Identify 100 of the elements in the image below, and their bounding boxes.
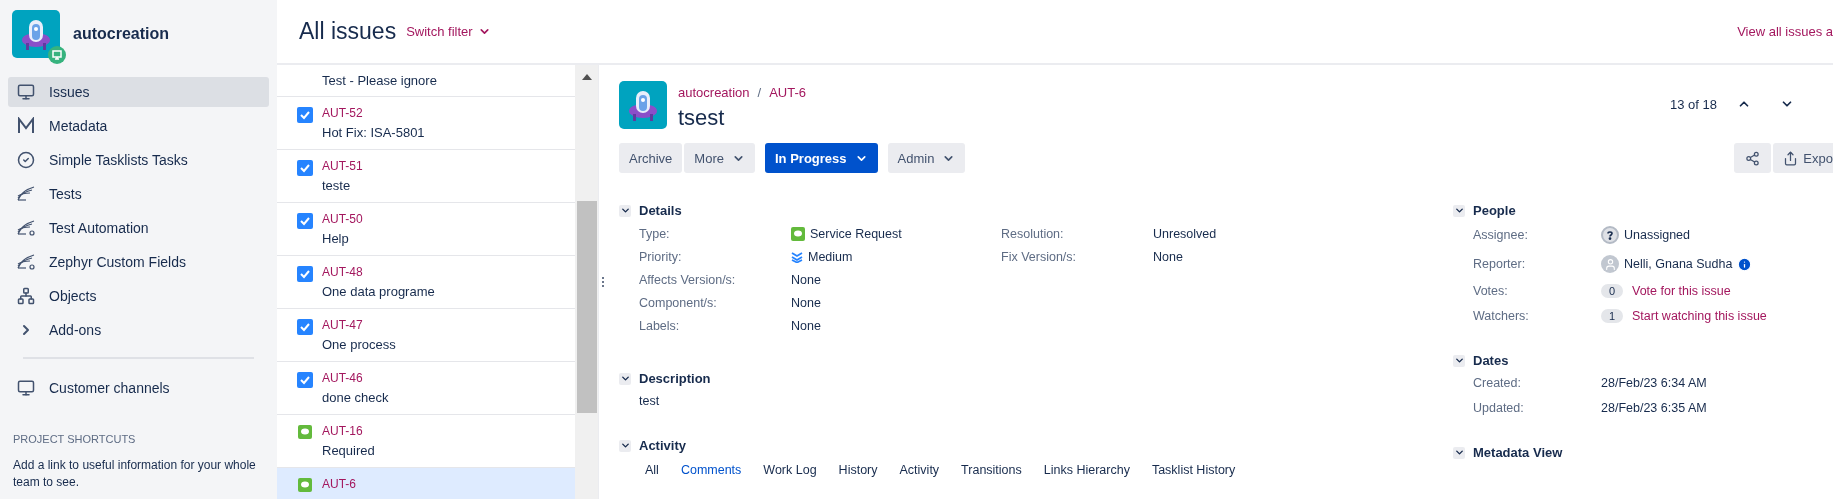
- activity-tab[interactable]: Work Log: [763, 463, 817, 477]
- issue-summary: Required: [322, 443, 375, 458]
- wing-icon: [16, 185, 36, 203]
- action-button[interactable]: In Progress: [765, 143, 878, 173]
- activity-tab[interactable]: Transitions: [961, 463, 1022, 477]
- activity-tab[interactable]: History: [838, 463, 878, 477]
- export-button[interactable]: Expo: [1773, 143, 1833, 173]
- page-title: All issues: [299, 18, 397, 45]
- section-title: Description: [639, 371, 711, 386]
- section-toggle[interactable]: [1453, 204, 1465, 217]
- section-title: People: [1473, 203, 1516, 218]
- field-label: Resolution:: [1001, 227, 1065, 241]
- nav-item[interactable]: Simple Tasklists Tasks: [8, 145, 269, 175]
- nav-item[interactable]: Objects: [8, 281, 269, 311]
- nav-item[interactable]: Metadata: [8, 111, 269, 141]
- chat-bubble-icon: [298, 478, 312, 492]
- activity-tab[interactable]: Comments: [680, 463, 742, 477]
- activity-tab[interactable]: Links Hierarchy: [1043, 463, 1130, 477]
- shortcuts-hint: Add a link to useful information for your whole team to see.: [13, 457, 257, 491]
- breadcrumb-separator: /: [757, 85, 762, 100]
- field-value: None: [791, 319, 822, 333]
- activity-tab[interactable]: Tasklist History: [1151, 463, 1236, 477]
- checkbox-icon: [297, 160, 313, 176]
- info-icon[interactable]: [1737, 256, 1753, 272]
- view-all-link[interactable]: View all issues a: [1737, 24, 1833, 39]
- field-value: Service Request: [791, 227, 1001, 241]
- check-circle-icon: [16, 151, 36, 169]
- action-link[interactable]: Start watching this issue: [1632, 309, 1767, 323]
- issue-key: AUT-46: [322, 371, 389, 385]
- field-label: Updated:: [1473, 401, 1525, 415]
- nav-item[interactable]: Issues: [8, 77, 269, 107]
- section-toggle[interactable]: [1453, 446, 1465, 459]
- chevron-down-icon: [1453, 205, 1465, 216]
- section-title: Details: [639, 203, 682, 218]
- chevron-down-icon: [1453, 355, 1465, 366]
- project-avatar-icon: [12, 10, 60, 58]
- action-button[interactable]: More: [684, 143, 755, 173]
- field-label: Fix Version/s:: [1001, 250, 1078, 264]
- issue-summary: Test - Please ignore: [322, 73, 437, 88]
- chevron-down-icon: [1453, 447, 1465, 458]
- nav-item[interactable]: Add-ons: [8, 315, 269, 345]
- scrollbar-thumb[interactable]: [576, 201, 597, 413]
- field-value: Unresolved: [1153, 227, 1218, 241]
- switch-filter-link[interactable]: Switch filter: [406, 24, 491, 39]
- checkbox-icon: [297, 319, 313, 335]
- section-toggle[interactable]: [619, 372, 631, 385]
- checkbox-icon: [297, 107, 313, 123]
- section-toggle[interactable]: [1453, 354, 1465, 367]
- chevron-down-icon: [619, 440, 631, 451]
- description-text: test: [639, 394, 661, 408]
- breadcrumb-link[interactable]: AUT-6: [769, 85, 807, 100]
- question-avatar-icon: [1601, 226, 1619, 244]
- field-label: Assignee:: [1473, 228, 1529, 242]
- activity-tab[interactable]: All: [645, 463, 659, 477]
- field-label: Affects Version/s:: [639, 273, 737, 287]
- issue-key: AUT-51: [322, 159, 363, 173]
- chevron-down-icon: [619, 205, 631, 216]
- scrollbar-track[interactable]: [575, 65, 598, 499]
- upload-icon: [1783, 150, 1799, 166]
- action-link[interactable]: Vote for this issue: [1632, 284, 1731, 298]
- field-value: None: [791, 296, 822, 310]
- chat-bubble-icon: [791, 227, 805, 241]
- issue-key: AUT-50: [322, 212, 363, 226]
- project-name[interactable]: autocreation: [73, 25, 169, 43]
- nav-item[interactable]: Tests: [8, 179, 269, 209]
- field-label: Component/s:: [639, 296, 718, 310]
- section-toggle[interactable]: [619, 204, 631, 217]
- person-name: Unassigned: [1624, 228, 1690, 242]
- nav-item[interactable]: Customer channels: [8, 373, 269, 403]
- issue-key: AUT-52: [322, 106, 425, 120]
- checkbox-icon: [297, 213, 313, 229]
- issue-title: tsest: [678, 105, 726, 131]
- issue-summary: Hot Fix: ISA-5801: [322, 125, 425, 140]
- action-button[interactable]: Admin: [887, 143, 966, 173]
- issue-summary: One data programe: [322, 284, 435, 299]
- chevron-down-icon: [619, 373, 631, 384]
- section-toggle[interactable]: [619, 439, 631, 452]
- count-badge: 1: [1601, 309, 1623, 323]
- activity-tab[interactable]: Activity: [899, 463, 940, 477]
- m-letter-icon: [16, 117, 36, 135]
- scroll-up-icon[interactable]: [580, 73, 593, 81]
- breadcrumb-link[interactable]: autocreation: [678, 85, 750, 100]
- section-title: Dates: [1473, 353, 1509, 368]
- share-button[interactable]: [1734, 143, 1772, 173]
- issue-row[interactable]: AUT-6: [277, 468, 575, 499]
- issue-summary: teste: [322, 178, 352, 193]
- nav-item[interactable]: Zephyr Custom Fields: [8, 247, 269, 277]
- project-avatar-icon: [619, 81, 667, 129]
- issue-counter: 13 of 18: [1670, 97, 1717, 112]
- issue-key: AUT-48: [322, 265, 435, 279]
- hierarchy-icon: [16, 287, 36, 305]
- nav-item[interactable]: Test Automation: [8, 213, 269, 243]
- monitor-icon: [16, 379, 36, 397]
- field-label: Watchers:: [1473, 309, 1530, 323]
- issue-summary: done check: [322, 390, 389, 405]
- section-title: Activity: [639, 438, 686, 453]
- field-value: 28/Feb/23 6:34 AM: [1601, 376, 1708, 390]
- checkbox-icon: [297, 372, 313, 388]
- action-button[interactable]: Archive: [619, 143, 683, 173]
- person-name: Nelli, Gnana Sudha: [1624, 257, 1733, 271]
